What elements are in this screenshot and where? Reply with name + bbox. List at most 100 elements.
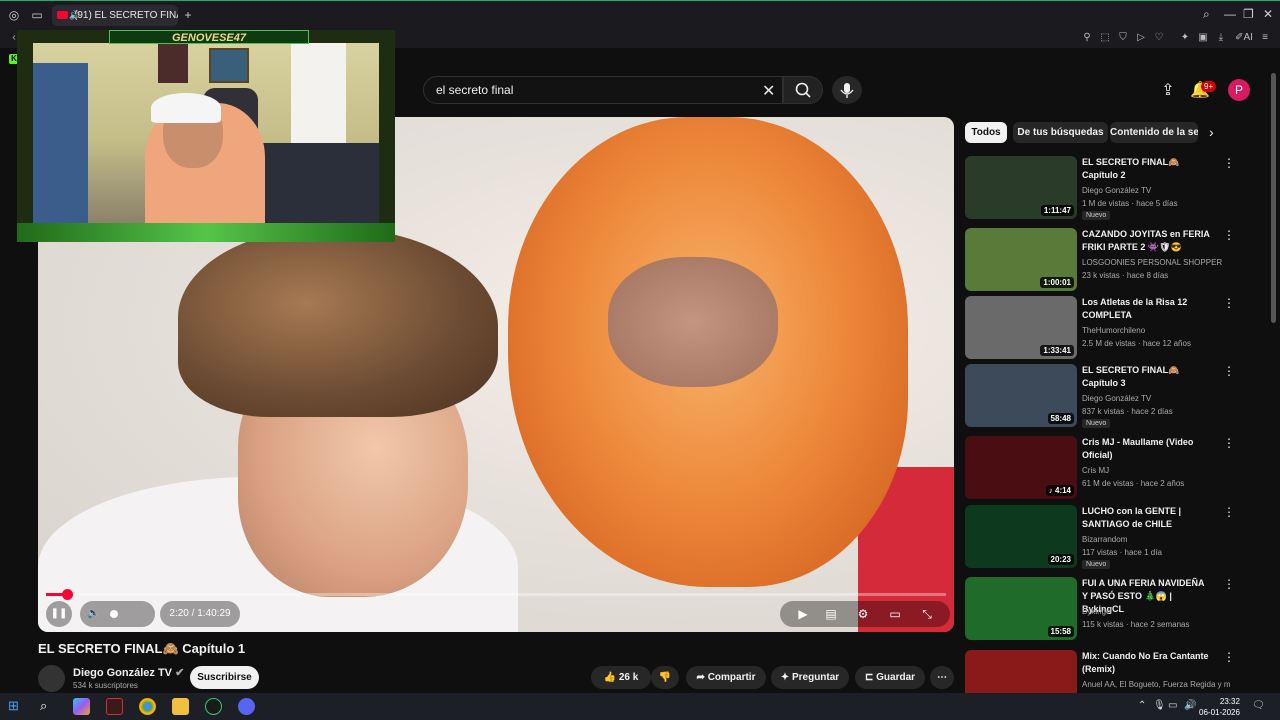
recommendation-item[interactable]: 20:23 LUCHO con la GENTE | SANTIAGO de C… (965, 505, 1237, 569)
search-input[interactable]: el secreto final (423, 76, 783, 104)
subtitles-icon[interactable]: ▤ (822, 605, 840, 623)
close-window-icon[interactable]: ✕ (1263, 7, 1273, 21)
settings-icon[interactable]: ⚙ (854, 605, 872, 623)
volume-slider[interactable] (110, 610, 118, 618)
recommendation-thumbnail[interactable]: 58:48 (965, 364, 1077, 427)
account-avatar[interactable]: P (1228, 79, 1250, 101)
chrome-icon[interactable] (139, 698, 156, 715)
shield-icon[interactable]: ⛉ (1116, 31, 1130, 45)
more-actions-button[interactable]: ⋯ (930, 666, 954, 689)
ask-button[interactable]: ✦ Preguntar (771, 666, 849, 689)
theater-mode-icon[interactable]: ▭ (886, 605, 904, 623)
recommendation-item[interactable]: Mix: Cuando No Era Cantante (Remix) Anue… (965, 650, 1237, 693)
notification-center-icon[interactable]: 🗨 (1252, 700, 1265, 711)
tray-chevron-icon[interactable]: ⌃ (1138, 700, 1146, 711)
tab-youtube[interactable]: 🔊 (91) EL SECRETO FINAL (52, 5, 178, 26)
recommendation-thumbnail[interactable]: 20:23 (965, 505, 1077, 568)
browser-logo-icon[interactable]: ◎ (7, 8, 21, 22)
more-options-icon[interactable]: ⋮ (1223, 156, 1235, 170)
search-button[interactable] (783, 76, 823, 104)
app-icon[interactable] (106, 698, 123, 715)
more-options-icon[interactable]: ⋮ (1223, 364, 1235, 378)
recommendation-meta: 23 k vistas · hace 8 días (1082, 271, 1169, 280)
pause-button[interactable]: ❚❚ (46, 601, 72, 627)
windows-start-icon[interactable]: ⊞ (8, 698, 25, 715)
extensions-icon[interactable]: ✦ (1178, 31, 1192, 45)
recommendation-thumbnail[interactable]: 15:58 (965, 577, 1077, 640)
recommendation-item[interactable]: 1:33:41 Los Atletas de la Risa 12 COMPLE… (965, 296, 1237, 360)
volume-control[interactable]: 🔈 (80, 601, 155, 627)
channel-avatar[interactable] (38, 665, 65, 692)
upload-icon[interactable]: ⇪ (1158, 81, 1178, 101)
speaker-icon[interactable]: 🔊 (69, 5, 80, 26)
recommendation-item[interactable]: 1:00:01 CAZANDO JOYITAS en FERIA FRIKI P… (965, 228, 1237, 292)
like-icon: 👍 (603, 672, 617, 683)
system-clock[interactable]: 23:32 06-01-2026 (1199, 696, 1240, 718)
recommendation-title[interactable]: CAZANDO JOYITAS en FERIA FRIKI PARTE 2 👾… (1082, 228, 1212, 254)
channel-name[interactable]: Diego González TV ✔ (73, 666, 184, 679)
recommendation-item[interactable]: 1:11:47 EL SECRETO FINAL🙈 Capítulo 2 Die… (965, 156, 1237, 220)
recommendation-thumbnail[interactable]: 1:11:47 (965, 156, 1077, 219)
recommendation-title[interactable]: EL SECRETO FINAL🙈 Capítulo 3 (1082, 364, 1212, 390)
restore-icon[interactable]: ❐ (1243, 7, 1254, 21)
screenshot-icon[interactable]: ⬚ (1098, 31, 1112, 45)
more-options-icon[interactable]: ⋮ (1223, 650, 1235, 664)
recommendation-title[interactable]: Cris MJ - Maullame (Video Oficial) (1082, 436, 1212, 462)
more-options-icon[interactable]: ⋮ (1223, 577, 1235, 591)
menu-icon[interactable]: ≡ (1258, 31, 1272, 45)
recommendation-thumbnail[interactable] (965, 650, 1077, 693)
ai-icon[interactable]: ✐AI (1234, 31, 1254, 45)
new-tab-icon[interactable]: + (181, 8, 195, 22)
more-options-icon[interactable]: ⋮ (1223, 228, 1235, 242)
dislike-button[interactable]: 👎 (651, 666, 679, 689)
clear-search-icon[interactable]: ✕ (762, 81, 775, 101)
browser-app-icon[interactable] (205, 698, 222, 715)
recommendation-channel: Bizarrandom (1082, 535, 1128, 544)
chip-contenido[interactable]: Contenido de la ser (1110, 122, 1198, 143)
webcam-art (151, 93, 221, 123)
autoplay-toggle-icon[interactable]: ▶ (794, 605, 812, 623)
network-icon[interactable]: ▭ (1168, 700, 1177, 711)
video-duration: 1:11:47 (1040, 205, 1074, 216)
file-explorer-icon[interactable] (172, 698, 189, 715)
volume-tray-icon[interactable]: 🔊 (1184, 700, 1196, 711)
save-button[interactable]: ⊏ Guardar (855, 666, 925, 689)
chip-de-tus-busquedas[interactable]: De tus búsquedas (1013, 122, 1108, 143)
cube-icon[interactable]: ▣ (1196, 31, 1210, 45)
recommendation-title[interactable]: EL SECRETO FINAL🙈 Capítulo 2 (1082, 156, 1212, 182)
chevron-right-icon[interactable]: › (1209, 124, 1214, 140)
more-options-icon[interactable]: ⋮ (1223, 505, 1235, 519)
recommendation-title[interactable]: LUCHO con la GENTE | SANTIAGO de CHILE (1082, 505, 1212, 531)
minimize-icon[interactable]: — (1224, 7, 1236, 21)
fullscreen-exit-icon[interactable]: ⤡ (918, 605, 936, 623)
copilot-icon[interactable] (73, 698, 90, 715)
workspace-icon[interactable]: ▭ (30, 8, 44, 22)
heart-icon[interactable]: ♡ (1152, 31, 1166, 45)
recommendation-thumbnail[interactable]: 1:00:01 (965, 228, 1077, 291)
more-options-icon[interactable]: ⋮ (1223, 296, 1235, 310)
recommendation-title[interactable]: Mix: Cuando No Era Cantante (Remix) (1082, 650, 1212, 676)
recommendation-item[interactable]: 15:58 FUI A UNA FERIA NAVIDEÑA Y PASÓ ES… (965, 577, 1237, 641)
recommendation-thumbnail[interactable]: ♪ 4:14 (965, 436, 1077, 499)
recommendation-title[interactable]: Los Atletas de la Risa 12 COMPLETA (1082, 296, 1212, 322)
like-button[interactable]: 👍 26 k (591, 666, 651, 689)
search-tabs-icon[interactable]: ⌕ (1203, 7, 1210, 22)
recommendation-thumbnail[interactable]: 1:33:41 (965, 296, 1077, 359)
volume-icon[interactable]: 🔈 (87, 601, 99, 627)
chip-todos[interactable]: Todos (965, 122, 1007, 143)
download-icon[interactable]: ⤓ (1214, 31, 1228, 45)
more-options-icon[interactable]: ⋮ (1223, 436, 1235, 450)
voice-search-button[interactable] (832, 76, 862, 104)
recommendation-item[interactable]: 58:48 EL SECRETO FINAL🙈 Capítulo 3 Diego… (965, 364, 1237, 428)
scrollbar[interactable] (1271, 73, 1276, 323)
subscribe-button[interactable]: Suscribirse (190, 666, 259, 689)
recommendation-item[interactable]: ♪ 4:14 Cris MJ - Maullame (Video Oficial… (965, 436, 1237, 500)
search-icon[interactable]: ⌕ (40, 698, 57, 715)
play-icon[interactable]: ▷ (1134, 31, 1148, 45)
mic-tray-icon[interactable]: 🎙 (1153, 700, 1166, 711)
discord-icon[interactable] (238, 698, 255, 715)
share-button[interactable]: ➦ Compartir (686, 666, 766, 689)
progress-bar[interactable] (46, 589, 946, 600)
scrubber-handle[interactable] (61, 589, 73, 600)
pin-icon[interactable]: ⚲ (1080, 31, 1094, 45)
